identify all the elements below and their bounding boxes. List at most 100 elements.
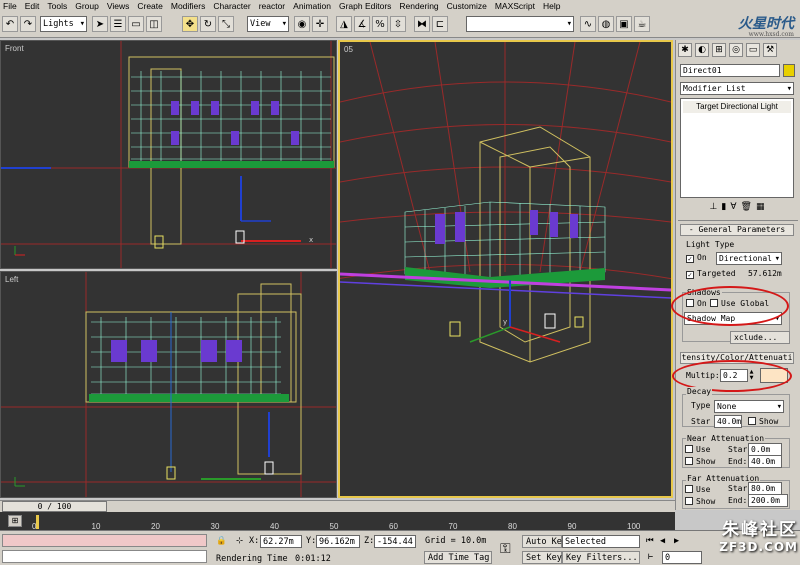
menu-item-edit[interactable]: Edit [25, 1, 40, 11]
display-tab-icon[interactable]: ▭ [746, 43, 760, 57]
decay-start-field[interactable]: 40.0m [714, 415, 742, 428]
front-viewport[interactable]: x Front [0, 40, 337, 269]
light-on-checkbox[interactable]: ✓ On [686, 253, 707, 263]
menu-item-create[interactable]: Create [137, 1, 163, 11]
menu-item-file[interactable]: File [3, 1, 17, 11]
select-object-icon[interactable]: ➤ [92, 16, 108, 32]
far-use-checkbox[interactable]: Use [685, 485, 710, 494]
left-viewport-label[interactable]: Left [5, 275, 18, 284]
modify-tab-icon[interactable]: ◐ [695, 43, 709, 57]
key-icon[interactable]: ⚿ [500, 541, 511, 557]
key-filters-button[interactable]: Key Filters... [562, 551, 640, 564]
near-start-label: Star [728, 445, 748, 454]
lock-selection-icon[interactable]: 🔒 [216, 536, 227, 546]
snap-icon[interactable]: ◮ [336, 16, 352, 32]
make-unique-icon[interactable]: ∀ [730, 202, 736, 216]
menu-item-animation[interactable]: Animation [293, 1, 331, 11]
camera-viewport[interactable]: y 05 [338, 40, 673, 498]
key-selection-dropdown[interactable]: Selected [562, 535, 640, 548]
move-icon[interactable]: ✥ [182, 16, 198, 32]
motion-tab-icon[interactable]: ◎ [729, 43, 743, 57]
region-select-icon[interactable]: ▭ [128, 16, 144, 32]
spinner-snap-icon[interactable]: ⇳ [390, 16, 406, 32]
play-icon[interactable]: ▶ [674, 536, 679, 546]
key-mode-icon[interactable]: ⊢ [648, 552, 653, 562]
menu-item-help[interactable]: Help [543, 1, 560, 11]
general-parameters-rollout[interactable]: - General Parameters [680, 224, 794, 236]
modifier-list-dropdown[interactable]: Modifier List [680, 82, 794, 95]
transform-mode-icon[interactable]: ⊹ [236, 536, 243, 546]
go-to-start-icon[interactable]: ⏮ [646, 536, 654, 546]
camera-viewport-scene: y [340, 42, 671, 363]
maxscript-listener-mini[interactable] [2, 534, 207, 547]
object-name-field[interactable]: Direct01 [680, 64, 780, 77]
object-color-swatch[interactable] [783, 64, 795, 77]
scale-icon[interactable]: ⤡ [218, 16, 234, 32]
decay-type-dropdown[interactable]: None [714, 400, 784, 413]
exclude-button[interactable]: xclude... [730, 331, 790, 344]
add-time-tag-button[interactable]: Add Time Tag [424, 551, 492, 564]
quick-render-icon[interactable]: ☕ [634, 16, 650, 32]
set-key-button[interactable]: Set Key [522, 551, 562, 564]
utilities-tab-icon[interactable]: ⚒ [763, 43, 777, 57]
menu-item-maxscript[interactable]: MAXScript [495, 1, 535, 11]
time-slider-thumb[interactable]: 0 / 100 [2, 501, 107, 512]
curve-editor-icon[interactable]: ∿ [580, 16, 596, 32]
modifier-stack[interactable]: Target Directional Light [680, 98, 794, 198]
far-show-checkbox[interactable]: Show [685, 497, 715, 506]
percent-snap-icon[interactable]: % [372, 16, 388, 32]
align-icon[interactable]: ⊏ [432, 16, 448, 32]
track-bar[interactable]: ⊞ 0 10 20 30 40 50 60 70 80 90 100 [0, 512, 675, 531]
menu-item-modifiers[interactable]: Modifiers [171, 1, 205, 11]
menu-item-views[interactable]: Views [107, 1, 130, 11]
left-viewport[interactable]: Left [0, 271, 337, 498]
near-end-field[interactable]: 40.0m [748, 455, 782, 468]
far-end-field[interactable]: 200.0m [748, 494, 788, 507]
menu-item-tools[interactable]: Tools [47, 1, 67, 11]
x-coordinate-field[interactable]: 62.27m [260, 535, 302, 548]
named-selection-dropdown[interactable] [466, 16, 574, 32]
camera-viewport-label[interactable]: 05 [344, 45, 353, 54]
material-editor-icon[interactable]: ◍ [598, 16, 614, 32]
y-coordinate-field[interactable]: 96.162m [316, 535, 360, 548]
select-manipulate-icon[interactable]: ✛ [312, 16, 328, 32]
menu-item-reactor[interactable]: reactor [259, 1, 285, 11]
main-toolbar: ↶ ↷ Lights ➤ ☰ ▭ ◫ ✥ ↻ ⤡ View ◉ ✛ ◮ ∡ % … [0, 12, 800, 38]
menu-item-character[interactable]: Character [213, 1, 250, 11]
mirror-icon[interactable]: ⧓ [414, 16, 430, 32]
menu-item-rendering[interactable]: Rendering [399, 1, 438, 11]
prev-frame-icon[interactable]: ◀ [660, 536, 665, 546]
create-tab-icon[interactable]: ✱ [678, 43, 692, 57]
remove-modifier-icon[interactable]: 🗑 [741, 202, 752, 216]
targeted-checkbox[interactable]: ✓ Targeted [686, 269, 736, 279]
hierarchy-tab-icon[interactable]: ⊞ [712, 43, 726, 57]
reference-coord-dropdown[interactable]: View [247, 16, 289, 32]
stack-item[interactable]: Target Directional Light [683, 101, 791, 113]
auto-key-button[interactable]: Auto Key [522, 535, 567, 548]
show-end-result-icon[interactable]: ▮ [721, 202, 726, 216]
redo-icon[interactable]: ↷ [20, 16, 36, 32]
rotate-icon[interactable]: ↻ [200, 16, 216, 32]
pin-stack-icon[interactable]: ⊥ [710, 202, 718, 216]
configure-sets-icon[interactable]: ▦ [756, 202, 765, 216]
shadow-highlight-ellipse [671, 286, 789, 326]
menu-item-graph-editors[interactable]: Graph Editors [339, 1, 391, 11]
pivot-icon[interactable]: ◉ [294, 16, 310, 32]
near-use-checkbox[interactable]: Use [685, 445, 710, 454]
time-slider[interactable]: 0 / 100 [0, 500, 675, 512]
render-scene-icon[interactable]: ▣ [616, 16, 632, 32]
menu-item-customize[interactable]: Customize [447, 1, 487, 11]
light-type-dropdown[interactable]: Directional [716, 252, 782, 265]
select-by-name-icon[interactable]: ☰ [110, 16, 126, 32]
near-show-checkbox[interactable]: Show [685, 457, 715, 466]
undo-icon[interactable]: ↶ [2, 16, 18, 32]
target-distance-value: 57.612m [748, 269, 782, 278]
front-viewport-label[interactable]: Front [5, 44, 24, 53]
angle-snap-icon[interactable]: ∡ [354, 16, 370, 32]
window-crossing-icon[interactable]: ◫ [146, 16, 162, 32]
selection-filter-dropdown[interactable]: Lights [40, 16, 87, 32]
menu-item-group[interactable]: Group [75, 1, 99, 11]
z-coordinate-field[interactable]: -154.44 [374, 535, 416, 548]
decay-show-checkbox[interactable]: Show [748, 417, 778, 426]
track-bar-menu-icon[interactable]: ⊞ [8, 515, 22, 527]
